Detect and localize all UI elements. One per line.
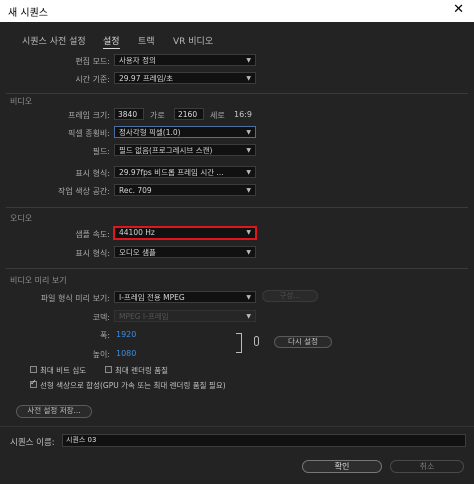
pixel-aspect-label: 픽셀 종횡비:: [67, 129, 110, 138]
configure-button[interactable]: 구성...: [262, 290, 318, 302]
color-space-dropdown[interactable]: Rec. 709 ▼: [114, 184, 256, 196]
link-bracket: [236, 333, 242, 353]
close-icon[interactable]: ✕: [453, 2, 464, 17]
fields-label: 필드:: [92, 147, 110, 156]
max-render-quality-checkbox[interactable]: [105, 366, 112, 373]
sample-rate-dropdown[interactable]: 44100 Hz ▼: [113, 226, 257, 240]
codec-label: 코덱:: [92, 313, 110, 322]
linear-color-label: 선형 색상으로 합성(GPU 가속 또는 최대 렌더링 품질 필요): [40, 381, 226, 390]
preview-width-value[interactable]: 1920: [116, 330, 136, 339]
divider: [6, 268, 468, 269]
sequence-name-label: 시퀀스 이름:: [10, 438, 55, 448]
chevron-down-icon: ▼: [246, 249, 251, 256]
aspect-ratio-value: 16:9: [234, 110, 252, 119]
divider: [0, 426, 474, 427]
frame-size-label: 프레임 크기:: [67, 111, 110, 120]
fields-dropdown[interactable]: 필드 없음(프로그레시브 스캔) ▼: [114, 144, 256, 156]
edit-mode-label: 편집 모드:: [75, 57, 110, 66]
audio-display-format-label: 표시 형식:: [75, 249, 110, 258]
timebase-label: 시간 기준:: [75, 75, 110, 84]
max-render-quality-label: 최대 렌더링 품질: [115, 366, 169, 375]
file-format-dropdown[interactable]: I-프레임 전용 MPEG ▼: [114, 291, 256, 303]
title-bar: 새 시퀀스 ✕: [0, 0, 474, 22]
tab-tracks[interactable]: 트랙: [138, 34, 155, 47]
preview-width-label: 폭:: [99, 331, 110, 340]
frame-height-input[interactable]: 2160: [174, 108, 204, 120]
chevron-down-icon: ▼: [246, 229, 251, 236]
pixel-aspect-dropdown[interactable]: 정사각형 픽셀(1.0) ▼: [114, 126, 256, 138]
chevron-down-icon: ▼: [246, 129, 251, 136]
timebase-dropdown[interactable]: 29.97 프레임/초 ▼: [114, 72, 256, 84]
save-preset-button[interactable]: 사전 설정 저장...: [16, 405, 92, 418]
tab-sequence-presets[interactable]: 시퀀스 사전 설정: [22, 34, 86, 47]
max-bit-depth-label: 최대 비트 심도: [40, 366, 87, 375]
window-title: 새 시퀀스: [8, 8, 48, 19]
max-bit-depth-checkbox[interactable]: [30, 366, 37, 373]
audio-display-format-dropdown[interactable]: 오디오 샘플 ▼: [114, 246, 256, 258]
chevron-down-icon: ▼: [246, 57, 251, 64]
ok-button[interactable]: 확인: [302, 460, 382, 473]
sample-rate-label: 샘플 속도:: [75, 230, 110, 239]
horizontal-label: 가로: [150, 111, 165, 120]
vertical-label: 세로: [210, 111, 225, 120]
edit-mode-dropdown[interactable]: 사용자 정의 ▼: [114, 54, 256, 66]
divider: [6, 93, 468, 94]
display-format-dropdown[interactable]: 29.97fps 비드롭 프레임 시간 ... ▼: [114, 166, 256, 178]
chevron-down-icon: ▼: [246, 147, 251, 154]
cancel-button[interactable]: 취소: [390, 460, 464, 473]
chevron-down-icon: ▼: [246, 294, 251, 301]
audio-section-title: 오디오: [10, 214, 33, 223]
display-format-label: 표시 형식:: [75, 169, 110, 178]
file-format-label: 파일 형식 미리 보기:: [40, 294, 110, 303]
preview-height-value[interactable]: 1080: [116, 349, 136, 358]
divider: [6, 207, 468, 208]
tab-settings[interactable]: 설정: [103, 34, 120, 49]
linear-color-checkbox[interactable]: [30, 378, 37, 388]
chevron-down-icon: ▼: [246, 313, 251, 320]
chevron-down-icon: ▼: [246, 169, 251, 176]
preview-section-title: 비디오 미리 보기: [10, 276, 67, 285]
chevron-down-icon: ▼: [246, 187, 251, 194]
preview-height-label: 높이:: [92, 350, 110, 359]
video-section-title: 비디오: [10, 97, 33, 106]
sequence-name-input[interactable]: 시퀀스 03: [62, 434, 466, 447]
chevron-down-icon: ▼: [246, 75, 251, 82]
frame-width-input[interactable]: 3840: [114, 108, 144, 120]
tab-vr-video[interactable]: VR 비디오: [173, 34, 213, 47]
reset-button[interactable]: 다시 설정: [274, 336, 332, 348]
codec-dropdown[interactable]: MPEG I-프레임 ▼: [114, 310, 256, 322]
color-space-label: 작업 색상 공간:: [58, 187, 110, 196]
link-icon[interactable]: [254, 336, 259, 346]
